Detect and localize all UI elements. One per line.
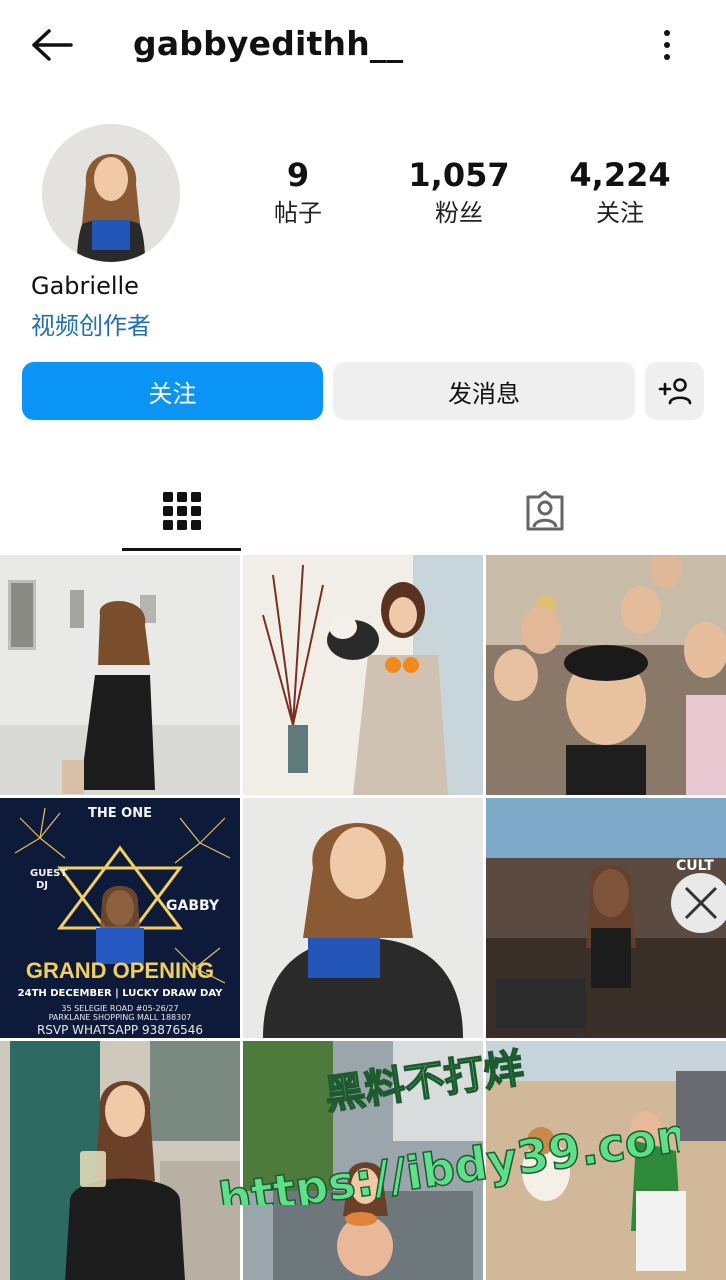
post-thumbnail[interactable] — [243, 1041, 483, 1280]
follow-button[interactable]: 关注 — [22, 362, 323, 420]
profile-username: gabbyedithh__ — [133, 24, 404, 63]
profile-display-name: Gabrielle — [31, 272, 139, 300]
post-thumbnail[interactable]: THE ONE GUEST DJ GABBY GRAND OPENING 24T… — [0, 798, 240, 1038]
poster-address-line1: 35 SELEGIE ROAD #05-26/27 — [61, 1004, 179, 1013]
poster-dj: DJ — [36, 880, 49, 891]
tab-posts-grid[interactable] — [122, 470, 241, 552]
profile-avatar[interactable] — [42, 124, 180, 262]
post-image — [0, 555, 240, 795]
post-image — [486, 1041, 726, 1280]
poster-name: GABBY — [166, 898, 220, 914]
post-image — [486, 555, 726, 795]
poster-date: 24TH DECEMBER | LUCKY DRAW DAY — [17, 988, 223, 999]
tab-tagged[interactable] — [485, 470, 604, 552]
post-image — [243, 798, 483, 1038]
stat-following-label: 关注 — [596, 199, 644, 227]
post-thumbnail[interactable] — [486, 1041, 726, 1280]
post-thumbnail[interactable] — [0, 1041, 240, 1280]
back-button[interactable] — [26, 22, 76, 68]
stat-following-value: 4,224 — [569, 156, 671, 194]
poster-guest: GUEST — [30, 868, 68, 879]
avatar-photo — [42, 124, 180, 262]
post-image — [0, 798, 240, 1038]
stat-followers[interactable]: 1,057 粉丝 — [384, 155, 534, 231]
poster-headline: GRAND OPENING — [25, 958, 215, 983]
poster-address-line2: PARKLANE SHOPPING MALL 188307 — [48, 1013, 192, 1022]
post-image — [243, 1041, 483, 1280]
add-user-button[interactable] — [645, 362, 704, 420]
poster-title: THE ONE — [88, 806, 152, 821]
post-image — [0, 1041, 240, 1280]
stat-posts-value: 9 — [286, 156, 310, 194]
post-thumbnail[interactable]: CULT — [486, 798, 726, 1038]
poster-rsvp: RSVP WHATSAPP 93876546 — [36, 1023, 204, 1037]
profile-tabs — [0, 470, 726, 552]
post-thumbnail[interactable] — [243, 798, 483, 1038]
bar-sign: CULT — [676, 858, 714, 874]
post-thumbnail[interactable] — [243, 555, 483, 795]
post-image — [486, 798, 726, 1038]
post-image — [243, 555, 483, 795]
stat-followers-value: 1,057 — [408, 156, 510, 194]
add-user-icon — [658, 378, 691, 405]
stat-posts[interactable]: 9 帖子 — [223, 155, 373, 231]
active-tab-indicator — [122, 548, 241, 551]
more-vertical-icon — [664, 30, 670, 60]
post-thumbnail[interactable] — [0, 555, 240, 795]
message-button[interactable]: 发消息 — [333, 362, 635, 420]
stat-following[interactable]: 4,224 关注 — [545, 155, 695, 231]
more-options-button[interactable] — [648, 22, 686, 68]
arrow-left-icon — [32, 29, 73, 61]
stat-followers-label: 粉丝 — [435, 199, 483, 227]
stat-posts-label: 帖子 — [274, 199, 322, 227]
grid-icon — [162, 492, 201, 530]
profile-category[interactable]: 视频创作者 — [31, 306, 151, 341]
tagged-person-icon — [526, 491, 563, 531]
post-thumbnail[interactable] — [486, 555, 726, 795]
top-bar: gabbyedithh__ — [0, 0, 726, 92]
